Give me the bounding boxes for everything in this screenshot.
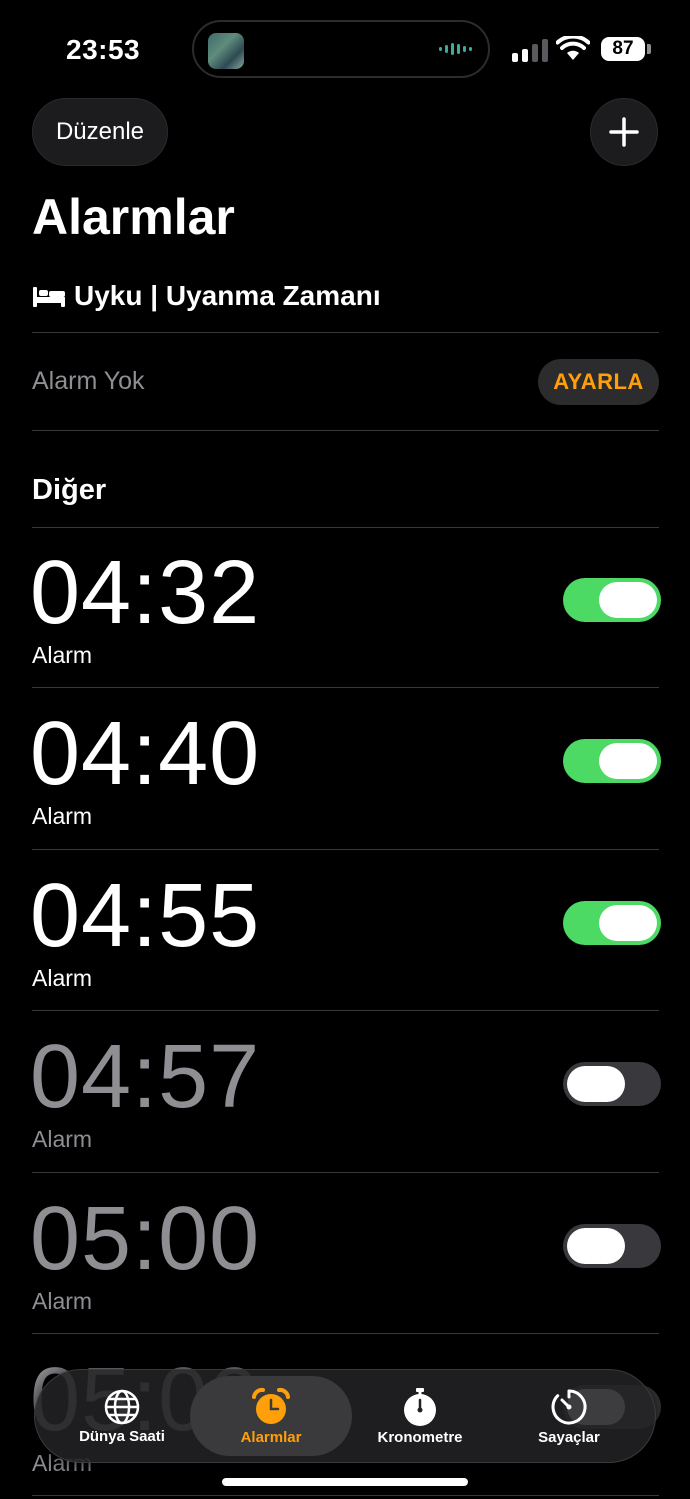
battery-tip <box>647 44 651 54</box>
plus-icon <box>609 117 639 147</box>
page-title: Alarmlar <box>32 189 235 245</box>
toggle-knob <box>567 1066 625 1102</box>
tab-label: Dünya Saati <box>79 1427 165 1445</box>
alarm-toggle[interactable] <box>563 901 661 945</box>
status-time: 23:53 <box>66 34 141 65</box>
tab-label: Alarmlar <box>240 1428 302 1446</box>
section-title-other: Diğer <box>32 474 107 506</box>
divider <box>32 332 659 333</box>
tab-bar: Dünya Saati Alarmlar Kronometre Sayaçlar <box>34 1369 656 1463</box>
edit-button[interactable]: Düzenle <box>32 98 168 166</box>
alarm-clock-icon <box>252 1387 290 1424</box>
alarm-toggle[interactable] <box>563 1224 661 1268</box>
alarm-time[interactable]: 04:32 <box>30 548 260 638</box>
toggle-knob <box>599 905 657 941</box>
toggle-knob <box>567 1228 625 1264</box>
divider <box>32 527 659 528</box>
toggle-knob <box>599 743 657 779</box>
alarm-time[interactable]: 05:00 <box>30 1194 260 1284</box>
tab-world-clock[interactable]: Dünya Saati <box>53 1370 191 1462</box>
divider <box>32 849 659 850</box>
sleep-wake-header: Uyku | Uyanma Zamanı <box>32 280 381 312</box>
cellular-signal-icon <box>512 38 548 62</box>
alarm-label: Alarm <box>32 1288 93 1314</box>
alarm-label: Alarm <box>32 803 93 829</box>
tab-label: Kronometre <box>377 1428 463 1446</box>
dynamic-island[interactable] <box>192 20 490 78</box>
wifi-icon <box>556 36 590 60</box>
alarm-time[interactable]: 04:40 <box>30 709 260 799</box>
now-playing-artwork <box>208 33 244 69</box>
audio-waveform-icon <box>439 43 472 55</box>
alarm-time[interactable]: 04:55 <box>30 871 260 961</box>
alarm-toggle[interactable] <box>563 578 661 622</box>
alarm-time[interactable]: 04:57 <box>30 1032 260 1122</box>
timer-icon <box>551 1389 587 1424</box>
sleep-status: Alarm Yok <box>32 367 145 395</box>
stopwatch-icon <box>404 1387 436 1426</box>
set-sleep-button[interactable]: AYARLA <box>538 359 659 405</box>
alarm-toggle[interactable] <box>563 1062 661 1106</box>
tab-label: Sayaçlar <box>538 1428 600 1446</box>
divider <box>32 1333 659 1334</box>
globe-icon <box>104 1389 140 1424</box>
tab-stopwatch[interactable]: Kronometre <box>351 1370 489 1462</box>
tab-alarms[interactable]: Alarmlar <box>190 1376 352 1456</box>
divider <box>32 1172 659 1173</box>
add-alarm-button[interactable] <box>590 98 658 166</box>
tab-timers[interactable]: Sayaçlar <box>500 1370 638 1462</box>
divider <box>32 687 659 688</box>
divider <box>32 1495 659 1496</box>
alarm-label: Alarm <box>32 642 93 668</box>
divider <box>32 1010 659 1011</box>
alarm-label: Alarm <box>32 965 93 991</box>
toggle-knob <box>599 582 657 618</box>
alarm-toggle[interactable] <box>563 739 661 783</box>
home-indicator[interactable] <box>222 1478 468 1486</box>
divider <box>32 430 659 431</box>
alarm-label: Alarm <box>32 1126 93 1152</box>
sleep-title: Uyku | Uyanma Zamanı <box>74 280 381 311</box>
battery-indicator: 87 <box>601 37 645 61</box>
bed-icon <box>33 287 65 307</box>
